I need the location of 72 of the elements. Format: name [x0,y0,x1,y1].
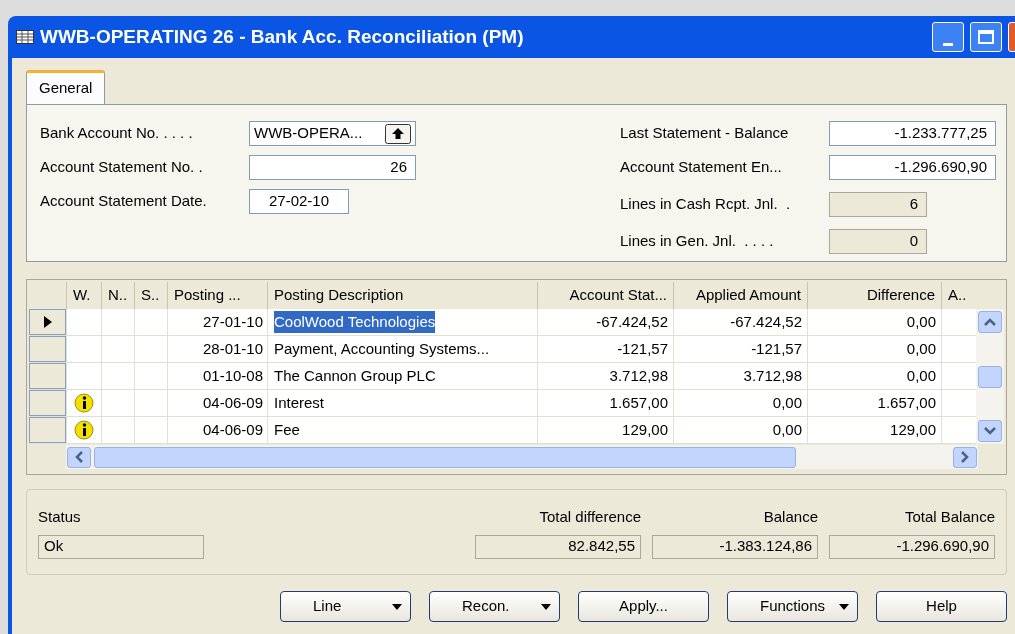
total-label: Total Balance [904,507,995,527]
input-field[interactable]: -1.296.690,90 [829,155,996,180]
action-button[interactable]: Functions [727,591,858,622]
scroll-right-icon[interactable] [961,451,969,463]
scroll-thumb[interactable] [978,365,1002,388]
table-cell: 0,00 [807,363,941,389]
field-label: Lines in Gen. Jnl. . . . . [620,231,775,252]
scroll-thumb[interactable] [94,446,796,468]
scroll-up-icon[interactable] [984,318,996,326]
action-button[interactable]: Recon. [429,591,560,622]
horizontal-scrollbar[interactable] [66,445,978,469]
action-button[interactable]: Line [280,591,411,622]
table-cell: 3.712,98 [673,363,807,389]
vertical-scrollbar[interactable] [976,309,1004,444]
table-cell: 27-01-10 [167,309,267,335]
table-cell: -67.424,52 [537,309,673,335]
table-cell: 129,00 [807,417,941,443]
info-icon [74,393,94,413]
bank-account-field[interactable]: WWB-OPERA... [249,121,416,146]
action-button[interactable]: Apply... [578,591,709,622]
field-label: Last Statement - Balance [620,123,790,144]
table-cell: 1.657,00 [807,390,941,416]
table-cell-text: Payment, Accounting Systems... [274,338,490,359]
caret-icon [541,603,551,610]
current-row-arrow-icon [43,316,52,328]
table-cell: 28-01-10 [167,336,267,362]
readonly-field: 82.842,55 [475,534,641,559]
table-cell-text: The Cannon Group PLC [274,365,436,386]
info-icon [74,420,94,440]
maximize-button[interactable] [970,22,1002,52]
caret-icon [392,603,402,610]
table-cell: -121,57 [537,336,673,362]
grid-icon [16,30,34,44]
input-field[interactable]: 26 [249,155,416,180]
table-cell: -121,57 [673,336,807,362]
readonly-field: 6 [829,192,927,217]
field-label: Lines in Cash Rcpt. Jnl. . [620,194,792,215]
minimize-button[interactable] [932,22,964,52]
total-label: Status [38,507,81,527]
table-cell: 0,00 [673,417,807,443]
table-cell-text: Fee [274,419,300,440]
action-button[interactable]: Help [876,591,1007,622]
caret-icon [839,603,849,610]
scroll-down-icon[interactable] [984,427,996,435]
field-label: Account Statement Date. [40,191,208,212]
table-cell: 0,00 [807,309,941,335]
field-label: Account Statement No. . [40,157,204,178]
readonly-field: Ok [38,534,204,559]
table-cell: CoolWood Technologies [274,310,436,334]
window-title: WWB-OPERATING 26 - Bank Acc. Reconciliation (PM) [40,24,524,49]
table-cell: 01-10-08 [167,363,267,389]
readonly-field: -1.383.124,86 [652,534,818,559]
scroll-left-icon[interactable] [75,451,83,463]
field-label: Account Statement En... [620,157,783,178]
readonly-field: 0 [829,229,927,254]
table-cell: 3.712,98 [537,363,673,389]
input-field[interactable]: -1.233.777,25 [829,121,996,146]
table-cell: 04-06-09 [167,390,267,416]
table-cell: 1.657,00 [537,390,673,416]
total-label: Total difference [539,507,641,527]
readonly-field: -1.296.690,90 [829,534,995,559]
input-field[interactable]: 27-02-10 [249,189,349,214]
total-label: Balance [763,507,818,527]
table-cell: 04-06-09 [167,417,267,443]
row-selector[interactable] [29,309,66,335]
table-cell: 0,00 [807,336,941,362]
table-cell: 0,00 [673,390,807,416]
table-cell: 129,00 [537,417,673,443]
tab[interactable]: General [26,70,106,104]
field-label: Bank Account No. . . . . [40,123,194,144]
table-cell: -67.424,52 [673,309,807,335]
table-cell-text: Interest [274,392,325,413]
